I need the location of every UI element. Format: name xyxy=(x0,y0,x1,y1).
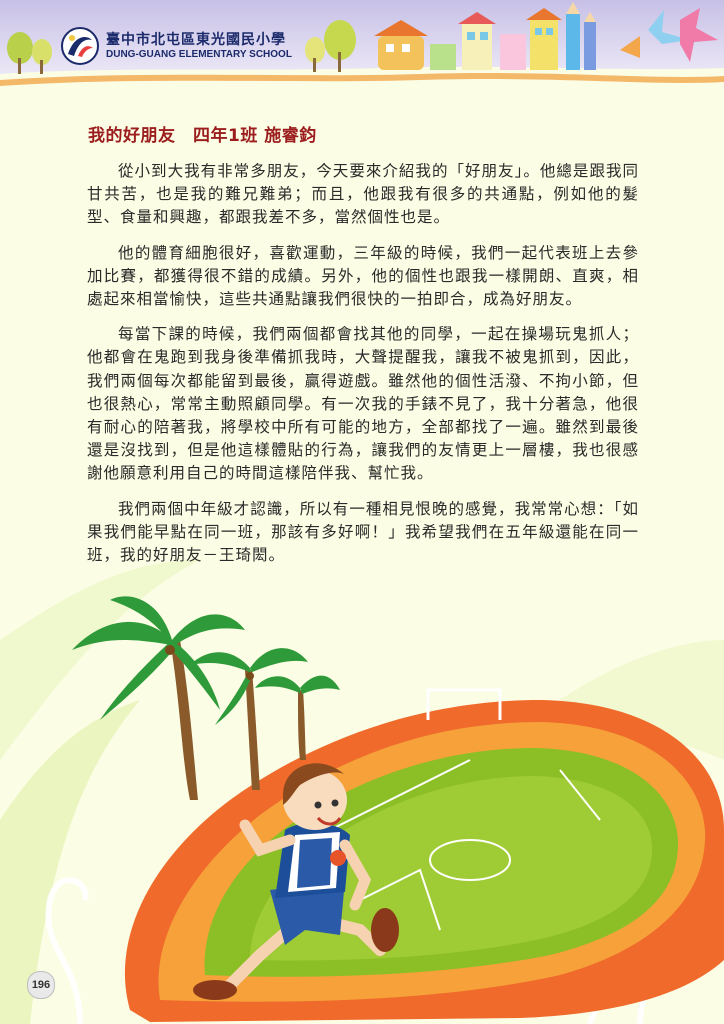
paragraph: 我們兩個中年級才認識，所以有一種相見恨晚的感覺，我常常心想：「如果我們能早點在同… xyxy=(87,499,639,565)
article-body: 從小到大我有非常多朋友，今天要來介紹我的「好朋友」。他總是跟我同甘共苦，也是我的… xyxy=(87,160,639,579)
school-logo-icon xyxy=(61,27,99,65)
school-name-english: DUNG-GUANG ELEMENTARY SCHOOL xyxy=(106,48,292,60)
article-title: 我的好朋友 四年1班 施睿鈞 xyxy=(88,126,317,146)
paragraph: 從小到大我有非常多朋友，今天要來介紹我的「好朋友」。他總是跟我同甘共苦，也是我的… xyxy=(87,162,639,227)
school-name-chinese: 臺中市北屯區東光國民小學 xyxy=(106,31,286,48)
paragraph: 每當下課的時候，我們兩個都會找其他的同學，一起在操場玩鬼抓人；他都會在鬼跑到我身… xyxy=(87,325,639,483)
page-number: 196 xyxy=(27,971,55,999)
paragraph: 他的體育細胞很好，喜歡運動，三年級的時候，我們一起代表班上去參加比賽，都獲得很不… xyxy=(87,243,639,309)
school-identity: 臺中市北屯區東光國民小學 DUNG-GUANG ELEMENTARY SCHOO… xyxy=(60,26,292,66)
